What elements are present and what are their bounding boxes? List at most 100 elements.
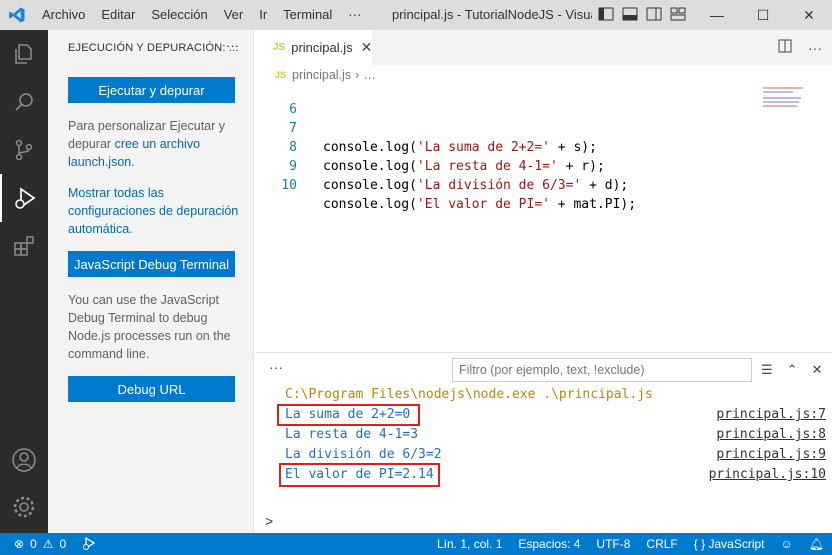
run-debug-sidebar: EJECUCIÓN Y DEPURACIÓN: ... ··· Ejecutar… [48, 30, 254, 533]
console-output-line: El valor de PI=2.14 [285, 467, 434, 482]
javascript-file-icon: JS [275, 70, 287, 80]
more-actions-icon[interactable]: ··· [808, 40, 822, 56]
menu-archivo[interactable]: Archivo [34, 0, 93, 30]
menu-more[interactable]: ··· [340, 0, 369, 30]
menu-terminal[interactable]: Terminal [275, 0, 340, 30]
menu-ver[interactable]: Ver [216, 0, 252, 30]
editor-actions: ··· [778, 30, 822, 65]
debug-url-button[interactable]: Debug URL [68, 376, 235, 402]
status-left: ⊗ 0 ⚠ 0 [0, 536, 96, 553]
menu-ir[interactable]: Ir [251, 0, 275, 30]
code-editor[interactable]: 6 7 console.log('La suma de 2+2=' + s); … [255, 85, 832, 351]
search-icon[interactable] [0, 78, 48, 126]
end-of-line[interactable]: CRLF [646, 537, 677, 551]
code-text: console.log('El valor de PI=' + mat.PI); [323, 195, 636, 214]
breadcrumb-file[interactable]: principal.js [292, 68, 351, 82]
code-line: 6 [255, 81, 755, 117]
console-output-line: La resta de 4-1=3 [285, 427, 419, 442]
code-line: 10 console.log('El valor de PI=' + mat.P… [255, 157, 755, 212]
extensions-icon[interactable] [0, 222, 48, 270]
notifications-bell-icon[interactable]: 🔔︎ [809, 537, 824, 551]
tab-principal-js[interactable]: JS principal.js ✕ [255, 30, 372, 65]
code-line: 7 console.log('La suma de 2+2=' + s); [255, 100, 755, 155]
activity-bar [0, 30, 48, 533]
warnings-count[interactable]: 0 [60, 537, 67, 551]
line-number: 10 [281, 178, 297, 193]
code-rest: + mat.PI); [549, 197, 637, 212]
feedback-icon[interactable]: ☺ [781, 537, 793, 551]
title-bar: Archivo Editar Selección Ver Ir Terminal… [0, 0, 832, 30]
language-mode[interactable]: { } JavaScript [694, 537, 765, 551]
maximize-panel-icon[interactable]: ⌃ [787, 362, 798, 378]
code-call: console.log( [323, 178, 417, 193]
menu-bar: Archivo Editar Selección Ver Ir Terminal… [34, 0, 369, 30]
toggle-sidebar-icon[interactable] [598, 7, 614, 24]
close-panel-icon[interactable]: ✕ [812, 362, 823, 378]
editor-tabs: JS principal.js ✕ ··· [255, 30, 832, 65]
status-right: Lín. 1, col. 1 Espacios: 4 UTF-8 CRLF { … [437, 533, 824, 555]
menu-editar[interactable]: Editar [93, 0, 143, 30]
explorer-icon[interactable] [0, 30, 48, 78]
encoding[interactable]: UTF-8 [596, 537, 630, 551]
code-string: 'La división de 6/3=' [416, 178, 582, 193]
javascript-debug-terminal-button[interactable]: JavaScript Debug Terminal [68, 251, 235, 277]
vscode-logo-icon [0, 0, 34, 30]
customize-text-post: . [131, 155, 135, 169]
close-tab-icon[interactable]: ✕ [361, 39, 373, 56]
terminal-help-text: You can use the JavaScript Debug Termina… [68, 293, 231, 361]
sidebar-more-actions[interactable]: ··· [226, 38, 239, 53]
clear-console-icon[interactable]: ☰ [761, 362, 773, 378]
source-link[interactable]: principal.js:8 [716, 426, 826, 444]
source-link[interactable]: principal.js:10 [709, 466, 826, 484]
account-icon[interactable] [0, 436, 48, 484]
language-label: JavaScript [708, 537, 765, 551]
errors-count[interactable]: 0 [30, 537, 37, 551]
show-all-configurations-link[interactable]: Mostrar todas las configuraciones de dep… [68, 184, 240, 238]
panel-actions: ☰ ⌃ ✕ [761, 358, 822, 382]
debug-console-panel: ··· Filtro (por ejemplo, text, !exclude)… [255, 352, 832, 533]
filter-input[interactable]: Filtro (por ejemplo, text, !exclude) [452, 358, 752, 382]
run-and-debug-button[interactable]: Ejecutar y depurar [68, 77, 235, 103]
panel-more-actions[interactable]: ··· [269, 359, 283, 375]
source-control-icon[interactable] [0, 126, 48, 174]
minimize-icon[interactable]: — [694, 0, 740, 30]
debug-launch-icon[interactable] [82, 536, 96, 553]
repl-prompt[interactable]: > [265, 513, 273, 529]
toggle-secondary-sidebar-icon[interactable] [646, 7, 662, 24]
breadcrumb-separator-icon: › [355, 68, 360, 82]
window-controls: — ☐ ✕ [694, 0, 832, 30]
minimap[interactable] [763, 85, 805, 109]
warnings-icon[interactable]: ⚠ [43, 537, 54, 551]
javascript-file-icon: JS [273, 42, 286, 53]
layout-controls [598, 0, 686, 30]
menu-seleccion[interactable]: Selección [143, 0, 215, 30]
errors-icon[interactable]: ⊗ [14, 537, 24, 551]
settings-gear-icon[interactable] [0, 483, 48, 531]
window-title: principal.js - TutorialNodeJS - Visual .… [392, 7, 592, 22]
indentation[interactable]: Espacios: 4 [518, 537, 580, 551]
maximize-icon[interactable]: ☐ [740, 0, 786, 30]
console-output-line: La suma de 2+2=0 [285, 407, 411, 422]
cursor-position[interactable]: Lín. 1, col. 1 [437, 537, 502, 551]
customize-help-text: Para personalizar Ejecutar y depurar cre… [68, 117, 240, 171]
code-call: console.log( [323, 197, 417, 212]
code-rest: + d); [581, 178, 629, 193]
language-braces-icon: { } [693, 537, 706, 551]
code-line: 8 console.log('La resta de 4-1=' + r); [255, 119, 755, 174]
status-bar: ⊗ 0 ⚠ 0 Lín. 1, col. 1 Espacios: 4 UTF-8… [0, 533, 832, 555]
code-text: console.log('La división de 6/3=' + d); [323, 176, 628, 195]
sidebar-title: EJECUCIÓN Y DEPURACIÓN: ... [68, 41, 239, 54]
source-link[interactable]: principal.js:7 [716, 406, 826, 424]
breadcrumb-more[interactable]: … [363, 68, 376, 82]
close-icon[interactable]: ✕ [786, 0, 832, 30]
toggle-panel-icon[interactable] [622, 7, 638, 24]
customize-layout-icon[interactable] [670, 7, 686, 24]
console-output-line: La división de 6/3=2 [285, 447, 442, 462]
code-string: 'El valor de PI=' [416, 197, 550, 212]
source-link[interactable]: principal.js:9 [716, 446, 826, 464]
code-line: 9 console.log('La división de 6/3=' + d)… [255, 138, 755, 193]
command-line: C:\Program Files\nodejs\node.exe .\princ… [285, 387, 653, 402]
tab-label: principal.js [291, 40, 353, 55]
split-editor-icon[interactable] [778, 39, 792, 56]
run-debug-icon[interactable] [0, 174, 48, 222]
